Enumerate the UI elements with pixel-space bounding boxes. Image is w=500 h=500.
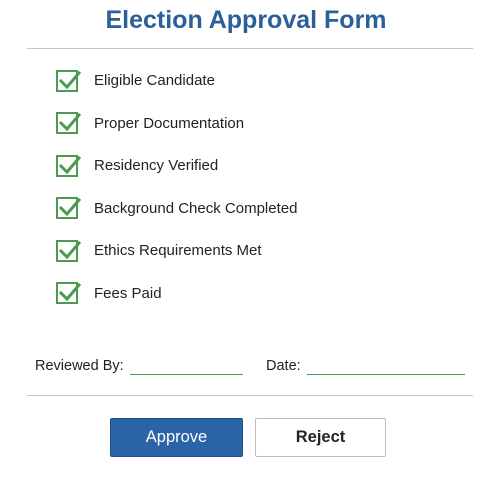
checkmark-icon bbox=[58, 282, 81, 302]
checklist-label: Fees Paid bbox=[94, 284, 162, 302]
checkmark-icon bbox=[58, 112, 81, 132]
bottom-divider bbox=[27, 395, 473, 396]
checkbox[interactable] bbox=[56, 69, 81, 92]
approve-button[interactable]: Approve bbox=[110, 418, 243, 457]
checkbox[interactable] bbox=[56, 239, 81, 262]
checklist-label: Eligible Candidate bbox=[94, 72, 215, 89]
reviewed-by-label: Reviewed By: bbox=[35, 358, 124, 374]
checkbox[interactable] bbox=[56, 197, 81, 219]
checkbox[interactable] bbox=[56, 112, 81, 134]
date-field[interactable] bbox=[307, 374, 465, 375]
checklist-label: Background Check Completed bbox=[94, 199, 298, 217]
checklist-item-residency-verified[interactable]: Residency Verified bbox=[56, 153, 297, 178]
reject-button[interactable]: Reject bbox=[255, 418, 386, 457]
top-divider bbox=[27, 48, 473, 49]
checkmark-icon bbox=[58, 240, 81, 259]
reviewed-by-field[interactable] bbox=[130, 374, 243, 375]
checkbox[interactable] bbox=[56, 282, 81, 304]
form-title: Election Approval Form bbox=[105, 6, 387, 34]
checklist-item-ethics-requirements[interactable]: Ethics Requirements Met bbox=[56, 238, 297, 263]
date-label: Date: bbox=[266, 358, 301, 374]
approval-checklist: Eligible Candidate Proper Documentation … bbox=[56, 68, 297, 323]
checklist-item-proper-documentation[interactable]: Proper Documentation bbox=[56, 111, 297, 136]
checkmark-icon bbox=[58, 197, 81, 217]
checklist-item-fees-paid[interactable]: Fees Paid bbox=[56, 281, 297, 306]
checklist-item-eligible-candidate[interactable]: Eligible Candidate bbox=[56, 68, 297, 93]
signature-row: Reviewed By: Date: bbox=[35, 356, 475, 378]
checklist-label: Ethics Requirements Met bbox=[94, 242, 262, 259]
checklist-label: Residency Verified bbox=[94, 157, 219, 174]
election-approval-form: Election Approval Form Eligible Candidat… bbox=[0, 0, 500, 500]
checkbox[interactable] bbox=[56, 154, 81, 177]
checkmark-icon bbox=[58, 70, 81, 89]
checkmark-icon bbox=[58, 155, 81, 174]
checklist-item-background-check[interactable]: Background Check Completed bbox=[56, 196, 297, 221]
checklist-label: Proper Documentation bbox=[94, 114, 245, 132]
